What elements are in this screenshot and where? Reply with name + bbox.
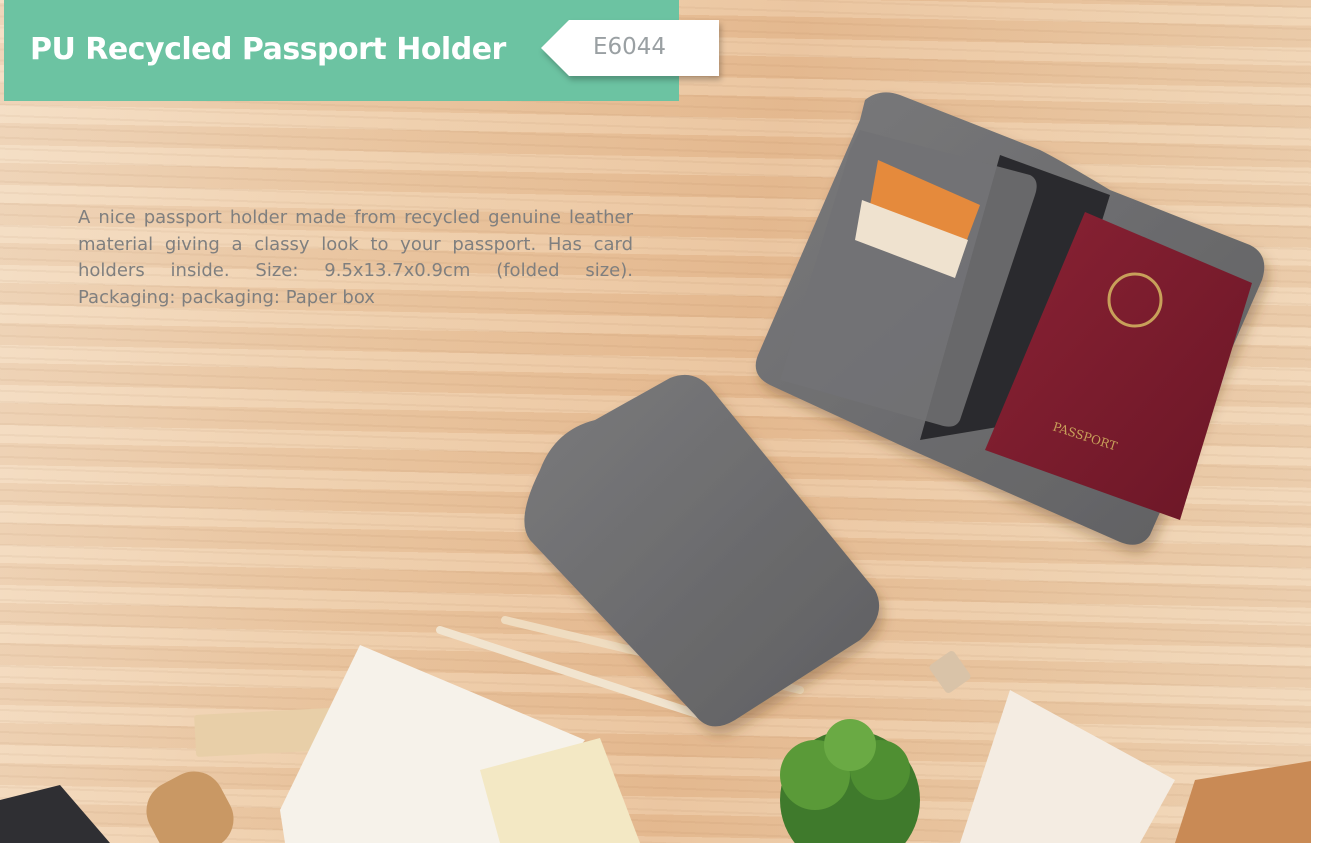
product-description: A nice passport holder made from recycle…: [78, 207, 633, 308]
notebook: [960, 690, 1175, 843]
product-scene: PASSPORT: [0, 92, 1317, 843]
page-title: PU Recycled Passport Holder: [30, 32, 506, 67]
page-edge: [1311, 0, 1317, 843]
plant: [780, 719, 920, 843]
product-code: E6044: [593, 34, 667, 60]
product-page: PASSPORT PU Recycled Passport Holder E60…: [0, 0, 1317, 843]
product-code-tag: E6044: [541, 20, 719, 76]
sharpener: [929, 651, 971, 693]
dark-object: [0, 785, 110, 843]
pen-holder: [146, 771, 234, 843]
wooden-box: [1175, 760, 1317, 843]
